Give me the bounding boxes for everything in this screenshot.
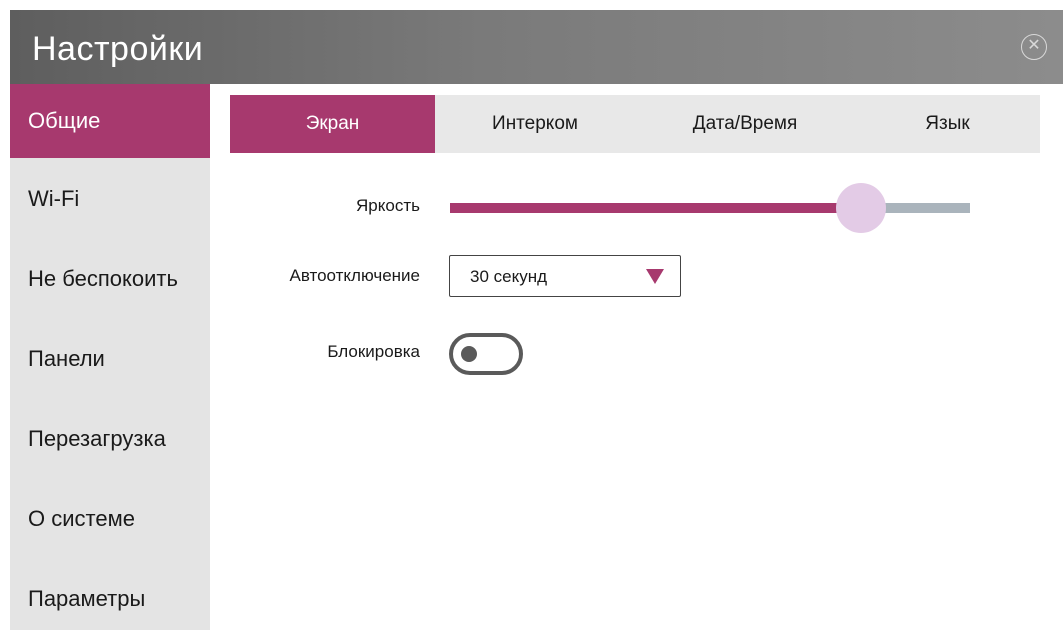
brightness-label: Яркость: [356, 196, 420, 215]
sidebar-item-label: О системе: [28, 506, 135, 531]
auto-off-select[interactable]: 30 секунд: [449, 255, 681, 297]
sidebar-item-panels[interactable]: Панели: [10, 322, 210, 396]
lock-toggle[interactable]: [449, 333, 523, 375]
sidebar: Общие Wi-Fi Не беспокоить Панели Перезаг…: [10, 84, 210, 630]
sidebar-item-about[interactable]: О системе: [10, 482, 210, 556]
sidebar-item-do-not-disturb[interactable]: Не беспокоить: [10, 242, 210, 316]
sidebar-item-reboot[interactable]: Перезагрузка: [10, 402, 210, 476]
title-bar: Настройки ✕: [10, 10, 1063, 84]
sidebar-item-wifi[interactable]: Wi-Fi: [10, 162, 210, 236]
lock-label: Блокировка: [327, 342, 420, 361]
sidebar-item-general[interactable]: Общие: [10, 84, 210, 158]
brightness-slider-fill: [450, 203, 841, 213]
dropdown-arrow-icon: [646, 269, 664, 284]
sidebar-item-label: Перезагрузка: [28, 426, 166, 451]
window-title: Настройки: [32, 30, 204, 68]
tab-bar: Экран Интерком Дата/Время Язык: [230, 95, 1040, 153]
close-icon[interactable]: ✕: [1021, 34, 1047, 60]
sidebar-item-label: Wi-Fi: [28, 186, 80, 211]
brightness-slider[interactable]: [450, 183, 970, 233]
toggle-knob: [461, 346, 477, 362]
tab-intercom[interactable]: Интерком: [435, 95, 635, 153]
tab-language[interactable]: Язык: [855, 95, 1040, 153]
tab-date-time[interactable]: Дата/Время: [635, 95, 855, 153]
sidebar-item-label: Параметры: [28, 586, 146, 611]
tab-screen[interactable]: Экран: [230, 95, 435, 153]
auto-off-value: 30 секунд: [470, 267, 548, 286]
sidebar-item-label: Общие: [28, 108, 101, 133]
brightness-slider-thumb[interactable]: [836, 183, 886, 233]
sidebar-item-parameters[interactable]: Параметры: [10, 562, 210, 630]
sidebar-item-label: Не беспокоить: [28, 266, 178, 291]
auto-off-label: Автоотключение: [289, 266, 421, 285]
sidebar-item-label: Панели: [28, 346, 105, 371]
